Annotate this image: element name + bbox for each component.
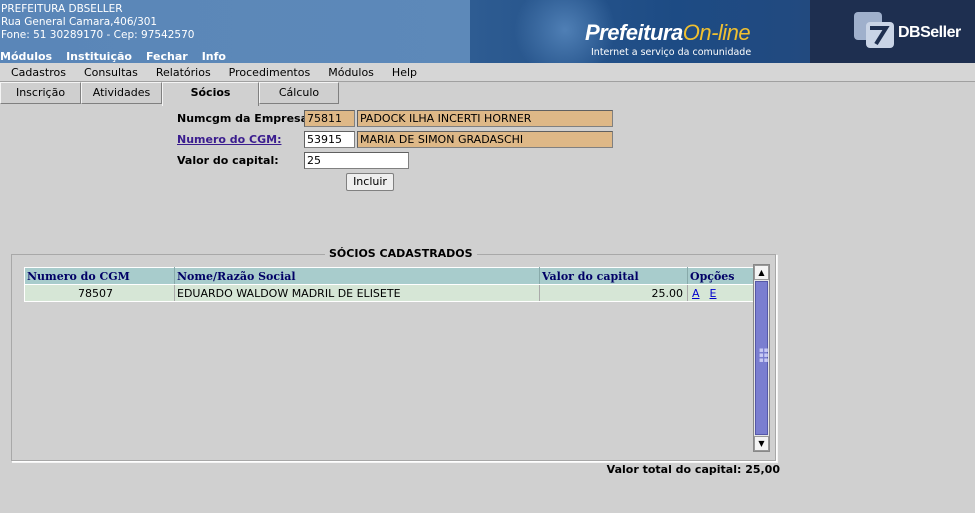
top-menu-modulos[interactable]: Módulos [0,50,52,63]
scroll-down-arrow-icon[interactable]: ▼ [754,436,769,451]
prefeitura-online-logo: PrefeituraOn-line [585,20,751,46]
valor-capital-input[interactable]: 25 [304,152,409,169]
table-row: 78507 EDUARDO WALDOW MADRIL DE ELISETE 2… [24,284,754,302]
menu-help[interactable]: Help [392,66,417,79]
menu-modulos[interactable]: Módulos [328,66,374,79]
menu-cadastros[interactable]: Cadastros [11,66,66,79]
header-left-panel: PREFEITURA DBSELLER Rua General Camara,4… [0,0,470,63]
menubar: Cadastros Consultas Relatórios Procedime… [0,63,975,82]
app-header: PREFEITURA DBSELLER Rua General Camara,4… [0,0,975,63]
cell-nome: EDUARDO WALDOW MADRIL DE ELISETE [174,284,540,302]
cell-valor: 25.00 [539,284,688,302]
company-address: Rua General Camara,406/301 [1,16,158,28]
tab-inscricao[interactable]: Inscrição [0,82,81,104]
dbseller-brand: DBSeller [810,0,975,63]
vertical-scrollbar[interactable]: ▲ ▪▪ ▪▪ ▪▪ ▼ [753,264,770,452]
excluir-link[interactable]: E [710,287,717,300]
socios-table: Numero do CGM Nome/Razão Social Valor do… [24,267,754,302]
numero-cgm-link[interactable]: Numero do CGM: [177,133,281,146]
valor-total-capital: Valor total do capital: 25,00 [606,463,780,476]
logo-text-b: On-line [682,20,751,45]
logo-tagline: Internet a serviço da comunidade [591,47,752,58]
socios-legend: SÓCIOS CADASTRADOS [325,247,477,260]
tab-atividades[interactable]: Atividades [81,82,162,104]
empresa-nome-field: PADOCK ILHA INCERTI HORNER [357,110,613,127]
grip-icon: ▪▪ ▪▪ ▪▪ [759,346,769,364]
col-opcoes: Opções [687,267,754,285]
dbseller-logo-icon [854,12,894,48]
col-nome: Nome/Razão Social [174,267,540,285]
logo-text-a: Prefeitura [585,20,683,45]
company-name: PREFEITURA DBSELLER [1,3,123,15]
alterar-link[interactable]: A [692,287,700,300]
cell-cgm: 78507 [24,284,175,302]
brand-name: DBSeller [898,24,961,41]
top-menu-fechar[interactable]: Fechar [146,50,188,63]
numcgm-empresa-label: Numcgm da Empresa: [177,112,313,125]
prefeitura-online-banner: PrefeituraOn-line Internet a serviço da … [470,0,810,63]
menu-procedimentos[interactable]: Procedimentos [229,66,311,79]
valor-capital-label: Valor do capital: [177,154,279,167]
table-header-row: Numero do CGM Nome/Razão Social Valor do… [24,267,754,285]
tab-socios[interactable]: Sócios [162,82,259,106]
company-contact: Fone: 51 30289170 - Cep: 97542570 [1,29,195,41]
cgm-nome-field: MARIA DE SIMON GRADASCHI [357,131,613,148]
incluir-button[interactable]: Incluir [346,173,394,191]
tab-calculo[interactable]: Cálculo [259,82,339,104]
numcgm-empresa-field: 75811 [304,110,355,127]
cell-opcoes: AE [687,284,754,302]
top-menu-info[interactable]: Info [202,50,226,63]
scroll-thumb[interactable]: ▪▪ ▪▪ ▪▪ [755,281,769,435]
top-menu-instituicao[interactable]: Instituição [66,50,132,63]
scroll-up-arrow-icon[interactable]: ▲ [754,265,769,280]
menu-relatorios[interactable]: Relatórios [156,66,211,79]
top-menu: Módulos Instituição Fechar Info [0,50,240,63]
col-numero-cgm: Numero do CGM [24,267,175,285]
numero-cgm-input[interactable]: 53915 [304,131,355,148]
menu-consultas[interactable]: Consultas [84,66,138,79]
col-valor-capital: Valor do capital [539,267,688,285]
